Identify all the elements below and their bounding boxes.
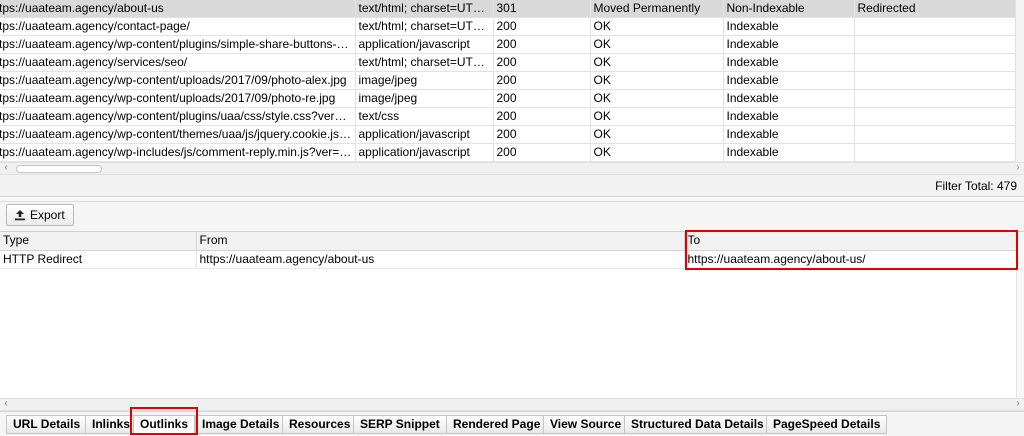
url-cell: https://uaateam.agency/about-us (0, 0, 356, 19)
scroll-right-icon[interactable]: › (1012, 162, 1024, 173)
urls-table: https://uaateam.agency/about-us text/html… (0, 0, 1024, 162)
table-row[interactable]: https://uaateam.agency/wp-content/plugin… (0, 107, 1017, 127)
status-cell: OK (590, 107, 724, 127)
indexability-cell: Indexable (723, 71, 855, 91)
indexability-status-cell (854, 107, 1017, 127)
status-code-cell: 200 (493, 143, 591, 162)
status-cell: OK (590, 35, 724, 55)
indexability-cell: Indexable (723, 107, 855, 127)
table-row[interactable]: https://uaateam.agency/wp-content/plugin… (0, 35, 1017, 55)
status-cell: OK (590, 17, 724, 37)
scroll-left-icon[interactable]: ‹ (0, 398, 12, 409)
column-header-from[interactable]: From (196, 232, 685, 251)
status-code-cell: 200 (493, 89, 591, 109)
urls-horizontal-scrollbar[interactable]: ‹ › (0, 162, 1024, 175)
indexability-cell: Indexable (723, 35, 855, 55)
tab-inlinks[interactable]: Inlinks (85, 415, 138, 434)
indexability-status-cell (854, 143, 1017, 162)
tab-image-details[interactable]: Image Details (195, 415, 287, 434)
content-type-cell: image/jpeg (355, 89, 494, 109)
table-row[interactable]: HTTP Redirect https://uaateam.agency/abo… (0, 250, 1024, 269)
export-button[interactable]: Export (6, 204, 74, 226)
column-header-type[interactable]: Type (0, 232, 197, 251)
content-type-cell: text/html; charset=UTF-8 (355, 0, 494, 19)
table-row[interactable]: https://uaateam.agency/services/seo/text… (0, 53, 1017, 73)
export-icon (15, 210, 25, 221)
tab-rendered-page[interactable]: Rendered Page (446, 415, 548, 434)
tab-structured-data-details[interactable]: Structured Data Details (624, 415, 771, 434)
table-row[interactable]: https://uaateam.agency/about-us text/html… (0, 0, 1017, 19)
indexability-status-cell (854, 53, 1017, 73)
url-cell: https://uaateam.agency/wp-content/plugin… (0, 107, 356, 127)
scrollbar-thumb[interactable] (16, 165, 102, 173)
table-row[interactable]: https://uaateam.agency/contact-page/text… (0, 17, 1017, 37)
indexability-status-cell: Redirected (854, 0, 1017, 19)
status-code-cell: 200 (493, 35, 591, 55)
filter-status-bar: Filter Total: 479 (0, 175, 1024, 197)
status-cell: OK (590, 53, 724, 73)
table-row[interactable]: https://uaateam.agency/wp-content/themes… (0, 125, 1017, 145)
outlinks-table: Type From To HTTP Redirect https://uaate… (0, 231, 1024, 400)
content-type-cell: application/javascript (355, 35, 494, 55)
detail-tabs: URL Details Inlinks Outlinks Image Detai… (0, 411, 1024, 436)
table-row[interactable]: https://uaateam.agency/wp-content/upload… (0, 89, 1017, 109)
content-type-cell: application/javascript (355, 125, 494, 145)
indexability-status-cell (854, 17, 1017, 37)
indexability-status-cell (854, 71, 1017, 91)
scroll-right-icon[interactable]: › (1012, 398, 1024, 409)
tab-pagespeed-details[interactable]: PageSpeed Details (766, 415, 888, 434)
outlink-to: https://uaateam.agency/about-us/ (684, 250, 1024, 269)
url-cell: https://uaateam.agency/services/seo/ (0, 53, 356, 73)
status-cell: OK (590, 71, 724, 91)
url-cell: https://uaateam.agency/wp-content/themes… (0, 125, 356, 145)
indexability-cell: Indexable (723, 125, 855, 145)
indexability-status-cell (854, 89, 1017, 109)
status-cell: OK (590, 125, 724, 145)
indexability-cell: Indexable (723, 89, 855, 109)
tab-resources[interactable]: Resources (282, 415, 358, 434)
status-code-cell: 200 (493, 125, 591, 145)
export-label: Export (30, 208, 65, 222)
indexability-status-cell (854, 35, 1017, 55)
status-code-cell: 200 (493, 107, 591, 127)
url-cell: https://uaateam.agency/wp-content/plugin… (0, 35, 356, 55)
status-code-cell: 200 (493, 17, 591, 37)
content-type-cell: text/html; charset=UTF-8 (355, 53, 494, 73)
status-code-cell: 200 (493, 53, 591, 73)
content-type-cell: application/javascript (355, 143, 494, 162)
outlink-from: https://uaateam.agency/about-us (196, 250, 685, 269)
url-cell: https://uaateam.agency/wp-includes/js/co… (0, 143, 356, 162)
content-type-cell: image/jpeg (355, 71, 494, 91)
content-type-cell: text/css (355, 107, 494, 127)
urls-vertical-scrollbar[interactable] (1015, 0, 1024, 162)
content-type-cell: text/html; charset=UTF-8 (355, 17, 494, 37)
indexability-cell: Indexable (723, 53, 855, 73)
status-cell: OK (590, 143, 724, 162)
outlinks-vertical-scrollbar[interactable] (1016, 232, 1024, 400)
status-code-cell: 301 (493, 0, 591, 19)
tab-outlinks[interactable]: Outlinks (133, 415, 196, 434)
tab-url-details[interactable]: URL Details (6, 415, 88, 434)
column-header-to[interactable]: To (684, 232, 1024, 251)
indexability-cell: Indexable (723, 143, 855, 162)
url-cell: https://uaateam.agency/wp-content/upload… (0, 71, 356, 91)
tab-view-source[interactable]: View Source (543, 415, 629, 434)
filter-total: Filter Total: 479 (935, 179, 1017, 193)
indexability-status-cell (854, 125, 1017, 145)
indexability-cell: Indexable (723, 17, 855, 37)
table-row[interactable]: https://uaateam.agency/wp-includes/js/co… (0, 143, 1017, 162)
url-cell: https://uaateam.agency/contact-page/ (0, 17, 356, 37)
tab-serp-snippet[interactable]: SERP Snippet (353, 415, 447, 434)
outlinks-horizontal-scrollbar[interactable]: ‹ › (0, 398, 1024, 411)
status-cell: OK (590, 89, 724, 109)
status-cell: Moved Permanently (590, 0, 724, 19)
status-code-cell: 200 (493, 71, 591, 91)
indexability-cell: Non-Indexable (723, 0, 855, 19)
table-row[interactable]: https://uaateam.agency/wp-content/upload… (0, 71, 1017, 91)
scroll-left-icon[interactable]: ‹ (0, 162, 12, 173)
url-cell: https://uaateam.agency/wp-content/upload… (0, 89, 356, 109)
outlink-type: HTTP Redirect (0, 250, 197, 269)
